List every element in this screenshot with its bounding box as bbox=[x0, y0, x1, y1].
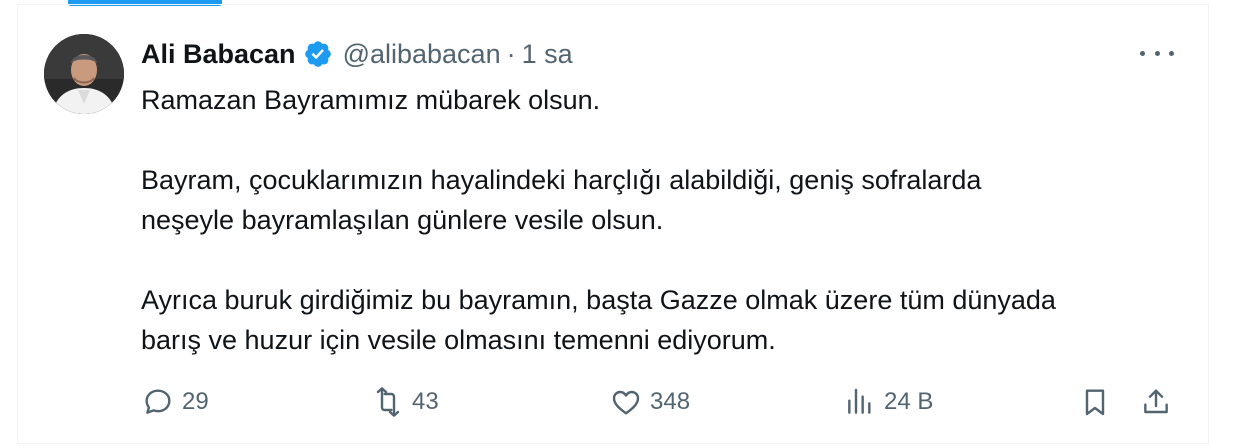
separator-dot: · bbox=[506, 38, 516, 69]
views-button[interactable]: 24 B bbox=[844, 382, 933, 422]
reply-icon bbox=[145, 389, 171, 414]
tweet-line: barış ve huzur için vesile olmasını teme… bbox=[141, 325, 776, 355]
tweet-text: Ramazan Bayramımız mübarek olsun. Bayram… bbox=[141, 80, 1191, 360]
verified-badge-icon bbox=[303, 39, 333, 69]
author-handle[interactable]: @alibabacan bbox=[343, 39, 501, 70]
avatar-photo bbox=[44, 34, 124, 114]
views-count: 24 B bbox=[884, 388, 934, 415]
tweet-line: Ramazan Bayramımız mübarek olsun. bbox=[141, 85, 601, 115]
reply-count: 29 bbox=[182, 388, 209, 415]
share-icon bbox=[1144, 389, 1168, 414]
reply-button[interactable]: 29 bbox=[142, 382, 209, 422]
share-button[interactable] bbox=[1140, 382, 1172, 422]
repost-button[interactable]: 43 bbox=[372, 382, 439, 422]
more-icon[interactable] bbox=[1140, 40, 1174, 66]
avatar[interactable] bbox=[44, 34, 124, 114]
tweet-line: neşeyle bayramlaşılan günlere vesile ols… bbox=[141, 205, 664, 235]
tweet-line: Bayram, çocuklarımızın hayalindeki harçl… bbox=[141, 165, 982, 195]
tweet-header: Ali Babacan @alibabacan · 1 sa bbox=[141, 36, 573, 72]
bookmark-button[interactable] bbox=[1079, 382, 1111, 422]
views-icon bbox=[848, 388, 871, 414]
bookmark-icon bbox=[1085, 389, 1105, 416]
tweet-actions: 29 43 348 24 B bbox=[0, 382, 1238, 422]
repost-icon bbox=[376, 387, 400, 417]
like-button[interactable]: 348 bbox=[610, 382, 690, 422]
author-name[interactable]: Ali Babacan bbox=[141, 39, 296, 70]
tweet-line: Ayrıca buruk girdiğimiz bu bayramın, baş… bbox=[141, 285, 1056, 315]
tweet-time[interactable]: 1 sa bbox=[522, 39, 573, 70]
repost-count: 43 bbox=[412, 388, 439, 415]
like-icon bbox=[612, 390, 640, 415]
like-count: 348 bbox=[650, 388, 691, 415]
